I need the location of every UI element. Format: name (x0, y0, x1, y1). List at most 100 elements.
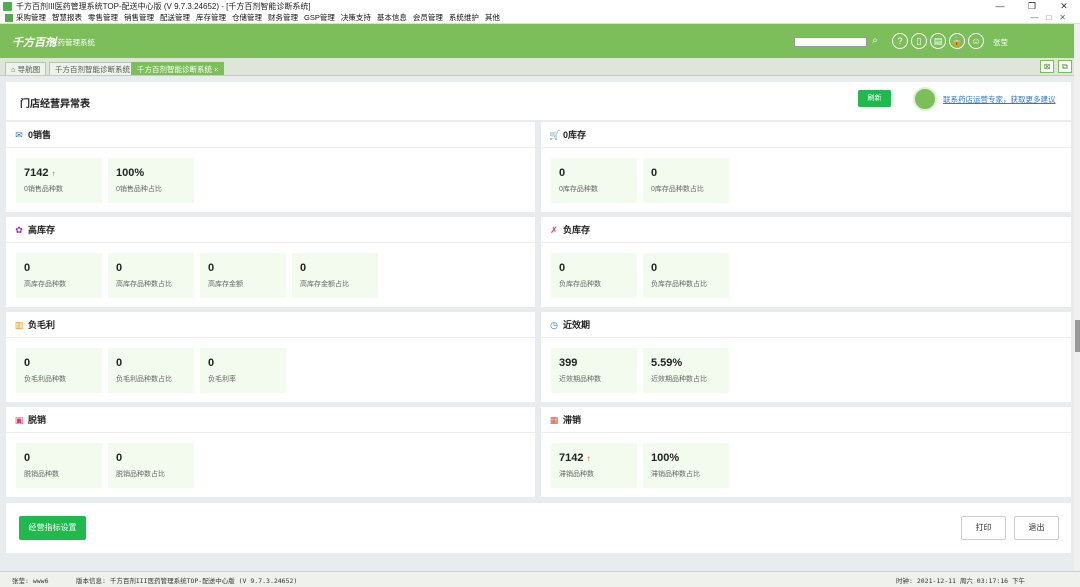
metric-card[interactable]: 0 脱销品种数占比 (108, 443, 194, 488)
scrollbar-thumb[interactable] (1075, 320, 1080, 352)
metric-value-text: 7142 (559, 452, 584, 464)
panel-header: 🛒 0库存 (541, 122, 1071, 148)
restore-window-icon[interactable]: ⧉ (1058, 60, 1072, 73)
help-icon[interactable]: ? (892, 33, 908, 49)
metric-card[interactable]: 0 高库存品种数占比 (108, 253, 194, 298)
metric-value-text: 0 (116, 452, 123, 464)
metric-card[interactable]: 7142 ↑ 0销售品种数 (16, 158, 102, 203)
lock-icon[interactable]: 🔒 (949, 33, 965, 49)
panel-icon: ▦ (549, 414, 559, 425)
vertical-scrollbar[interactable] (1074, 24, 1080, 571)
menu-item[interactable]: 基本信息 (377, 12, 407, 23)
metric-card[interactable]: 0 负毛利品种数占比 (108, 348, 194, 393)
title-bar: 千方百剂III医药管理系统TOP-配送中心版 (V 9.7.3.24652) -… (0, 0, 1080, 12)
metric-value: 0 (559, 262, 637, 274)
mdi-restore-button[interactable]: □ (1046, 13, 1051, 22)
print-button[interactable]: 打印 (961, 516, 1006, 540)
metric-label: 滞销品种数 (559, 471, 594, 478)
logo-subtitle: 医药管理系统 (50, 38, 95, 47)
metric-card[interactable]: 0 0库存品种数占比 (643, 158, 729, 203)
arrow-up-icon: ↑ (586, 454, 591, 463)
menu-item[interactable]: 其他 (485, 12, 500, 23)
panel-icon: ◷ (550, 319, 558, 330)
tab-navigation[interactable]: ⌂ 导航图 (5, 62, 47, 75)
status-user: 张莹: www6 (12, 577, 49, 585)
metric-cards: 0 0库存品种数 0 0库存品种数占比 (551, 158, 729, 203)
metric-cards: 0 负毛利品种数 0 负毛利品种数占比 0 负毛利率 (16, 348, 286, 393)
metric-value-text: 0 (116, 262, 123, 274)
mdi-close-button[interactable]: ✕ (1059, 13, 1066, 22)
menu-item[interactable]: 系统维护 (449, 12, 479, 23)
menu-item[interactable]: 销售管理 (124, 12, 154, 23)
tab-diagnosis-1[interactable]: 千方百剂智能诊断系统 (49, 62, 136, 75)
expert-contact-link[interactable]: 联系药店运营专家，获取更多建议 (943, 94, 1056, 105)
metric-card[interactable]: 0 高库存品种数 (16, 253, 102, 298)
metric-label: 负库存品种数占比 (651, 281, 707, 288)
metric-card[interactable]: 7142 ↑ 滞销品种数 (551, 443, 637, 488)
exit-button[interactable]: 退出 (1014, 516, 1059, 540)
menu-item[interactable]: 智慧报表 (52, 12, 82, 23)
mdi-minimize-button[interactable]: — (1030, 13, 1038, 22)
metric-card[interactable]: 100% 0销售品种占比 (108, 158, 194, 203)
export-excel-icon[interactable]: ⊠ (1040, 60, 1054, 73)
metric-card[interactable]: 0 负毛利率 (200, 348, 286, 393)
menu-item[interactable]: 库存管理 (196, 12, 226, 23)
assistant-avatar-icon[interactable] (913, 87, 937, 111)
menu-item[interactable]: 财务管理 (268, 12, 298, 23)
menu-item[interactable]: GSP管理 (304, 12, 335, 23)
menu-item[interactable]: 会员管理 (413, 12, 443, 23)
metric-value-text: 0 (559, 262, 566, 274)
close-button[interactable]: ✕ (1048, 0, 1080, 12)
panel-icon: ✿ (15, 224, 23, 235)
panel-header: ✗ 负库存 (541, 217, 1071, 243)
metric-label: 0销售品种数 (24, 186, 63, 193)
metric-card[interactable]: 0 负库存品种数 (551, 253, 637, 298)
page-title: 门店经营异常表 (20, 99, 90, 110)
metric-value-text: 0 (116, 357, 123, 369)
metric-value: 0 (116, 452, 194, 464)
panel-title: 高库存 (28, 225, 56, 235)
metric-value: 0 (24, 452, 102, 464)
metric-value: 0 (651, 167, 729, 179)
window-controls: — ❐ ✕ (984, 0, 1080, 12)
metric-label: 负库存品种数 (559, 281, 601, 288)
panel: 🛒 0库存 0 0库存品种数 0 0库存品种数占比 (541, 122, 1071, 212)
panel-header: ◷ 近效期 (541, 312, 1071, 338)
metric-card[interactable]: 0 负库存品种数占比 (643, 253, 729, 298)
metric-card[interactable]: 399 近效期品种数 (551, 348, 637, 393)
metric-card[interactable]: 5.59% 近效期品种数占比 (643, 348, 729, 393)
metric-card[interactable]: 0 高库存金额 (200, 253, 286, 298)
minimize-button[interactable]: — (984, 0, 1016, 12)
phone-icon[interactable]: ▯ (911, 33, 927, 49)
menu-item[interactable]: 采购管理 (16, 12, 46, 23)
refresh-button[interactable]: 刷新 (858, 90, 891, 107)
metric-card[interactable]: 0 负毛利品种数 (16, 348, 102, 393)
metric-card[interactable]: 100% 滞销品种数占比 (643, 443, 729, 488)
menu-item[interactable]: 零售管理 (88, 12, 118, 23)
menu-item[interactable]: 决策支持 (341, 12, 371, 23)
panel-icon: ▥ (14, 319, 24, 330)
metric-card[interactable]: 0 脱销品种数 (16, 443, 102, 488)
indicator-settings-button[interactable]: 经营指标设置 (19, 516, 86, 540)
metric-value-text: 0 (24, 357, 31, 369)
menu-item[interactable]: 配送管理 (160, 12, 190, 23)
metric-cards: 0 脱销品种数 0 脱销品种数占比 (16, 443, 194, 488)
metric-label: 近效期品种数占比 (651, 376, 707, 383)
app-header: 千方百剂 医药管理系统 ⌕ ? ▯ ▤ 🔒 ☺ 张莹 (0, 24, 1080, 58)
arrow-up-icon: ↑ (51, 169, 56, 178)
search-input[interactable] (794, 37, 867, 47)
panel-title: 滞销 (563, 415, 582, 425)
metric-value-text: 0 (24, 452, 31, 464)
metric-card[interactable]: 0 高库存金额占比 (292, 253, 378, 298)
document-icon[interactable]: ▤ (930, 33, 946, 49)
metric-card[interactable]: 0 0库存品种数 (551, 158, 637, 203)
menu-item[interactable]: 仓储管理 (232, 12, 262, 23)
metric-cards: 399 近效期品种数 5.59% 近效期品种数占比 (551, 348, 729, 393)
metric-value: 100% (651, 452, 729, 464)
search-icon[interactable]: ⌕ (869, 35, 881, 47)
user-icon[interactable]: ☺ (968, 33, 984, 49)
restore-button[interactable]: ❐ (1016, 0, 1048, 12)
metric-cards: 7142 ↑ 滞销品种数 100% 滞销品种数占比 (551, 443, 729, 488)
user-name[interactable]: 张莹 (993, 37, 1008, 48)
tab-diagnosis-active[interactable]: 千方百剂智能诊断系统 × (131, 62, 225, 75)
